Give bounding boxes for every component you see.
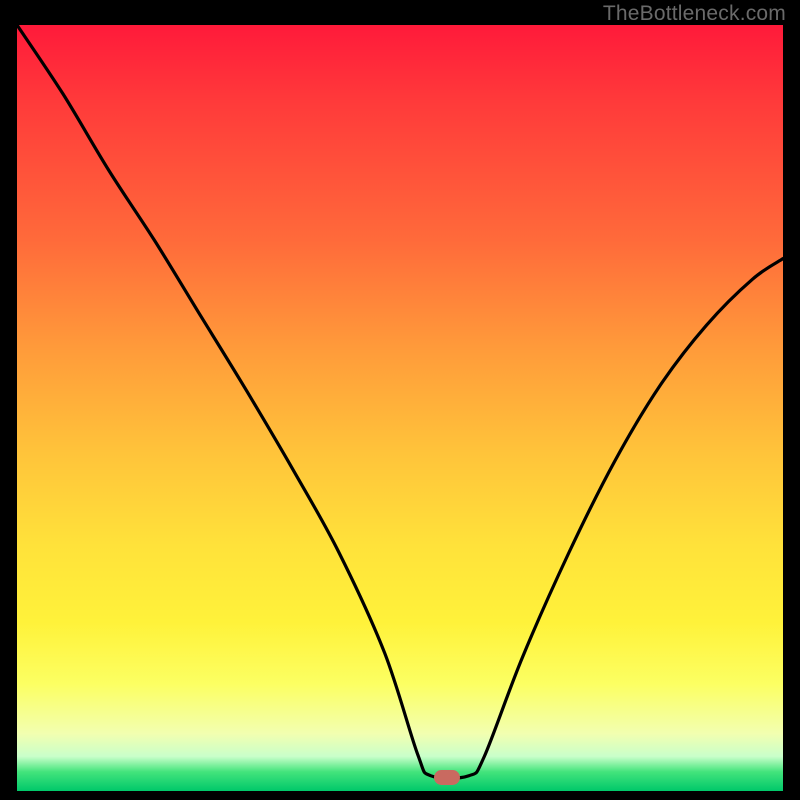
bottleneck-marker [434,770,460,785]
watermark-text: TheBottleneck.com [603,2,786,26]
plot-area [17,25,783,791]
bottleneck-curve [17,25,783,791]
